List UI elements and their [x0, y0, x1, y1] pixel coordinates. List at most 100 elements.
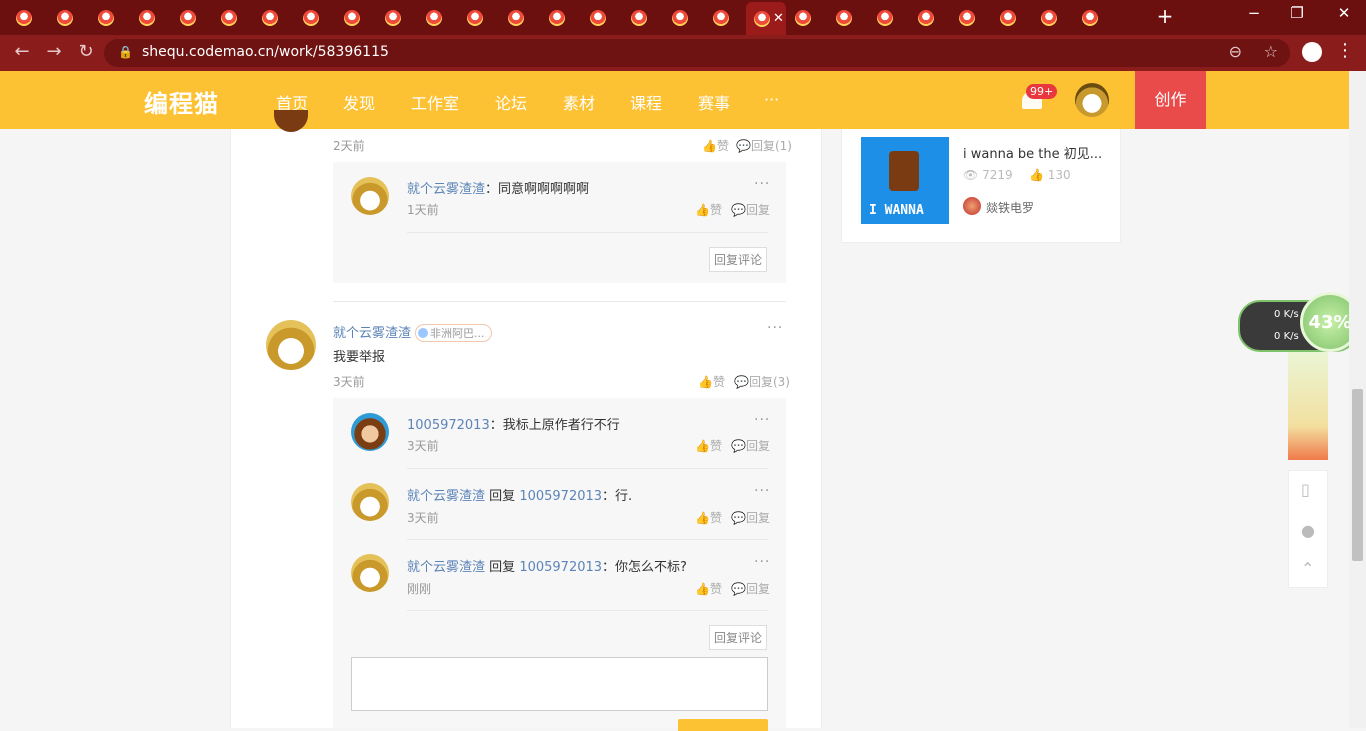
- like-button[interactable]: 👍赞: [698, 373, 725, 390]
- reply-button[interactable]: 💬回复: [731, 201, 770, 218]
- back-icon[interactable]: ←: [10, 41, 34, 62]
- create-button[interactable]: 创作: [1135, 71, 1206, 129]
- browser-tab[interactable]: [90, 4, 130, 31]
- browser-tab[interactable]: [623, 4, 663, 31]
- nav-studio[interactable]: 工作室: [411, 90, 459, 114]
- browser-tab[interactable]: [213, 4, 253, 31]
- like-button[interactable]: 👍赞: [695, 201, 722, 218]
- send-button[interactable]: [678, 719, 768, 731]
- browser-tab[interactable]: [377, 4, 417, 31]
- like-button[interactable]: 👍赞: [695, 509, 722, 526]
- user-avatar[interactable]: [1075, 83, 1109, 117]
- back-to-top-icon[interactable]: ⌃: [1301, 559, 1314, 578]
- nav-discover[interactable]: 发现: [343, 90, 375, 114]
- more-options-icon[interactable]: ···: [754, 483, 770, 499]
- browser-tab[interactable]: [1074, 4, 1114, 31]
- minimize-button[interactable]: −: [1234, 4, 1274, 22]
- browser-tab[interactable]: [336, 4, 376, 31]
- forward-icon[interactable]: →: [42, 41, 66, 62]
- browser-tab[interactable]: [1033, 4, 1073, 31]
- account-icon[interactable]: [1302, 42, 1322, 62]
- promo-banner[interactable]: [1288, 346, 1328, 460]
- work-author[interactable]: 燚铁电罗: [986, 199, 1034, 216]
- nav-more[interactable]: ···: [764, 90, 779, 109]
- browser-tab[interactable]: [664, 4, 704, 31]
- nav-assets[interactable]: 素材: [563, 90, 595, 114]
- reply-button[interactable]: 💬回复: [731, 580, 770, 597]
- reply-avatar[interactable]: [351, 413, 389, 451]
- qq-icon[interactable]: ●: [1301, 521, 1315, 540]
- reply-button[interactable]: 💬回复(1): [736, 137, 792, 154]
- more-options-icon[interactable]: ···: [754, 176, 770, 192]
- browser-tab[interactable]: [295, 4, 335, 31]
- tab-favicon-icon: [959, 9, 975, 26]
- browser-tab[interactable]: [910, 4, 950, 31]
- reply-avatar[interactable]: [351, 554, 389, 592]
- browser-tab[interactable]: [172, 4, 212, 31]
- reply-author[interactable]: 1005972013: [407, 418, 490, 433]
- browser-tab[interactable]: [500, 4, 540, 31]
- bookmark-star-icon[interactable]: ☆: [1264, 42, 1278, 61]
- work-title[interactable]: i wanna be the 初见...: [963, 143, 1102, 162]
- work-cover[interactable]: I WANNA: [861, 137, 949, 224]
- page-scrollbar[interactable]: [1349, 71, 1366, 728]
- site-header: 编程猫 首页 发现 工作室 论坛 素材 课程 赛事 ··· 99+ 创作: [0, 71, 1366, 129]
- browser-tab[interactable]: [49, 4, 89, 31]
- more-options-icon[interactable]: ···: [754, 554, 770, 570]
- browser-tab[interactable]: [869, 4, 909, 31]
- more-options-icon[interactable]: ···: [767, 320, 783, 336]
- reply-author[interactable]: 就个云雾渣渣: [407, 182, 485, 197]
- nav-courses[interactable]: 课程: [630, 90, 662, 114]
- reply-textarea[interactable]: [351, 657, 768, 711]
- reply-avatar[interactable]: [351, 177, 389, 215]
- browser-tab[interactable]: [992, 4, 1032, 31]
- reply-comment-button[interactable]: 回复评论: [709, 625, 768, 650]
- browser-tab[interactable]: [787, 4, 827, 31]
- scrollbar-thumb[interactable]: [1352, 389, 1363, 561]
- new-tab-button[interactable]: +: [1153, 4, 1177, 28]
- browser-tab[interactable]: [131, 4, 171, 31]
- browser-tab[interactable]: ✕: [746, 2, 786, 35]
- mobile-icon[interactable]: ▯: [1301, 480, 1310, 499]
- browser-tab[interactable]: [418, 4, 458, 31]
- reply-author[interactable]: 就个云雾渣渣: [407, 560, 485, 575]
- browser-tab[interactable]: [828, 4, 868, 31]
- browser-tab[interactable]: [459, 4, 499, 31]
- close-tab-icon[interactable]: ✕: [773, 11, 784, 26]
- browser-tab[interactable]: [951, 4, 991, 31]
- tab-favicon-icon: [795, 9, 811, 26]
- browser-tab[interactable]: [8, 4, 48, 31]
- like-button[interactable]: 👍赞: [702, 137, 729, 154]
- like-button[interactable]: 👍赞: [695, 580, 722, 597]
- more-options-icon[interactable]: ···: [754, 412, 770, 428]
- reply-avatar[interactable]: [351, 483, 389, 521]
- reply-button[interactable]: 💬回复: [731, 437, 770, 454]
- site-logo[interactable]: 编程猫: [144, 84, 219, 119]
- close-window-button[interactable]: ✕: [1324, 4, 1364, 22]
- reply-comment-button[interactable]: 回复评论: [709, 247, 768, 272]
- author-avatar[interactable]: [963, 197, 981, 215]
- tab-favicon-icon: [180, 9, 196, 26]
- browser-menu-icon[interactable]: ⋮: [1336, 40, 1354, 61]
- divider: [407, 539, 768, 540]
- like-button[interactable]: 👍赞: [695, 437, 722, 454]
- maximize-button[interactable]: ❐: [1277, 4, 1317, 22]
- reply-button[interactable]: 💬回复: [731, 509, 770, 526]
- browser-tab[interactable]: [254, 4, 294, 31]
- comment-avatar[interactable]: [266, 320, 316, 370]
- reload-icon[interactable]: ↻: [74, 41, 98, 62]
- reply-button[interactable]: 💬回复(3): [734, 373, 790, 390]
- reply-author[interactable]: 就个云雾渣渣: [407, 489, 485, 504]
- tab-favicon-icon: [139, 9, 155, 26]
- nav-events[interactable]: 赛事: [698, 90, 730, 114]
- reply-target[interactable]: 1005972013: [519, 489, 602, 504]
- comment-author[interactable]: 就个云雾渣渣: [333, 326, 411, 341]
- zoom-icon[interactable]: ⊖: [1229, 42, 1242, 61]
- browser-tab[interactable]: [705, 4, 745, 31]
- divider: [407, 232, 768, 233]
- browser-tab[interactable]: [541, 4, 581, 31]
- reply-target[interactable]: 1005972013: [519, 560, 602, 575]
- url-bar[interactable]: 🔒 shequ.codemao.cn/work/58396115 ⊖ ☆: [104, 39, 1290, 67]
- nav-forum[interactable]: 论坛: [495, 90, 527, 114]
- browser-tab[interactable]: [582, 4, 622, 31]
